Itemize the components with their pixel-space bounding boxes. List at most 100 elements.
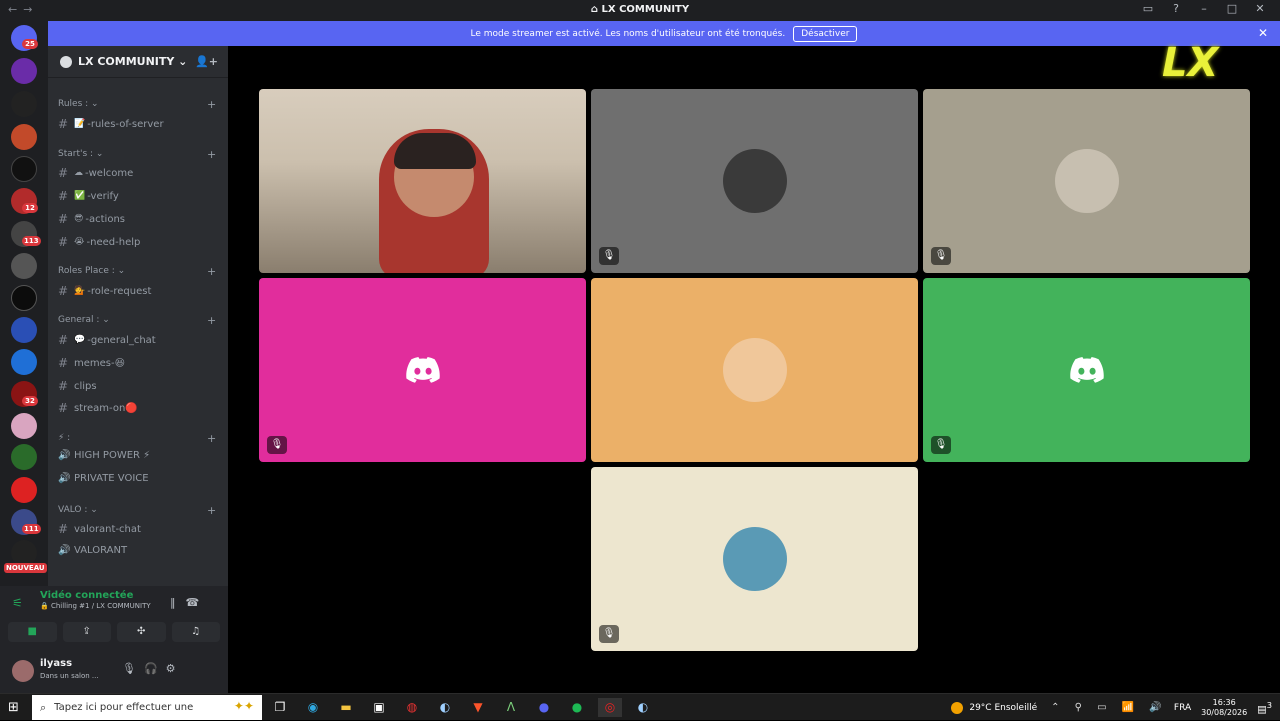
participant-tile[interactable]: 🎙 xyxy=(259,278,586,462)
store-icon[interactable]: ▣ xyxy=(367,698,391,717)
close-window-button[interactable]: ✕ xyxy=(1246,2,1274,15)
guild-header[interactable]: LX COMMUNITY ⌄ 👤+ xyxy=(48,46,228,78)
weather-text: 29°C Ensoleillé xyxy=(969,702,1038,713)
channel-general-chat[interactable]: # 💬 -general_chat xyxy=(58,333,156,347)
tray-icons[interactable]: ⌃ ⚲ ▭ 📶 🔊 xyxy=(1051,702,1168,713)
close-icon[interactable]: ✕ xyxy=(1258,26,1268,40)
window-titlebar: ←→ ⌂ LX COMMUNITY ▭ ? – □ ✕ xyxy=(0,0,1280,21)
steam-icon[interactable]: ◐ xyxy=(631,698,655,717)
discord-taskbar-icon[interactable]: ● xyxy=(532,698,556,717)
inbox-icon[interactable]: ▭ xyxy=(1134,2,1162,15)
channel-valorant-chat[interactable]: # valorant-chat xyxy=(58,522,141,536)
steam-icon[interactable]: ◐ xyxy=(433,698,457,717)
search-placeholder: Tapez ici pour effectuer une xyxy=(54,702,194,713)
windows-start-icon[interactable]: ⊞ xyxy=(8,700,19,715)
camera-button[interactable]: ■ xyxy=(8,622,57,642)
voice-channel-valorant[interactable]: 🔊 VALORANT xyxy=(58,545,127,556)
add-channel-icon[interactable]: + xyxy=(207,148,216,161)
category-roles-place[interactable]: Roles Place : ⌄ xyxy=(58,266,125,276)
edge-icon[interactable]: ◉ xyxy=(301,698,325,717)
server-icon[interactable] xyxy=(11,156,37,182)
app-icon[interactable]: Λ xyxy=(499,698,523,717)
hash-icon: # xyxy=(58,235,69,249)
channel-clips[interactable]: # clips xyxy=(58,379,97,393)
video-stage: LX 🎙 🎙 🎙 🎙 🎙 xyxy=(228,40,1280,693)
chevron-down-icon: ⌄ xyxy=(174,55,188,68)
category-power[interactable]: ⚡ : xyxy=(58,433,70,443)
participant-avatar xyxy=(722,527,787,591)
app-icon[interactable]: ◍ xyxy=(400,698,424,717)
headphones-icon[interactable]: 🎧 xyxy=(144,662,166,675)
server-icon[interactable] xyxy=(11,413,37,439)
server-icon[interactable] xyxy=(11,444,37,470)
windows-taskbar: ⊞ ⌕ Tapez ici pour effectuer une ✦✦ ❐ ◉ … xyxy=(0,693,1280,720)
invite-people-icon[interactable]: 👤+ xyxy=(195,55,218,68)
obs-icon[interactable]: ◎ xyxy=(598,698,622,717)
help-icon[interactable]: ? xyxy=(1162,2,1190,15)
server-icon[interactable] xyxy=(11,285,37,311)
category-rules[interactable]: Rules : ⌄ xyxy=(58,99,99,109)
participant-tile[interactable]: 🎙 xyxy=(923,278,1250,462)
voice-channel-private[interactable]: 🔊 PRIVATE VOICE xyxy=(58,473,149,484)
taskbar-search[interactable]: ⌕ Tapez ici pour effectuer une ✦✦ xyxy=(32,695,262,720)
activities-button[interactable]: ✣ xyxy=(117,622,166,642)
microphone-icon[interactable]: 🎙 xyxy=(122,662,144,675)
server-icon[interactable] xyxy=(11,253,37,279)
voice-channel-high-power[interactable]: 🔊 HIGH POWER ⚡ xyxy=(58,450,150,461)
clock[interactable]: 16:36 30/08/2026 xyxy=(1201,698,1247,718)
channel-actions[interactable]: # 😎 -actions xyxy=(58,212,125,226)
spotify-icon[interactable]: ● xyxy=(565,698,589,717)
language-indicator[interactable]: FRA xyxy=(1174,703,1191,713)
window-controls: ▭ ? – □ ✕ xyxy=(1134,2,1274,15)
user-status: Dans un salon ... xyxy=(40,672,99,680)
add-channel-icon[interactable]: + xyxy=(207,98,216,111)
server-icon[interactable] xyxy=(11,477,37,503)
category-valo[interactable]: VALO : ⌄ xyxy=(58,505,98,515)
screen-share-button[interactable]: ⇪ xyxy=(62,622,111,642)
noise-suppression-icon[interactable]: ‖ xyxy=(170,596,186,609)
minimize-button[interactable]: – xyxy=(1190,2,1218,15)
server-icon[interactable] xyxy=(11,317,37,343)
server-icon[interactable] xyxy=(11,124,37,150)
webcam-tile[interactable] xyxy=(259,89,586,273)
channel-welcome[interactable]: # ☁ -welcome xyxy=(58,166,133,180)
lx-logo: LX xyxy=(1162,40,1219,86)
participant-tile[interactable]: 🎙 xyxy=(923,89,1250,273)
gear-icon[interactable]: ⚙ xyxy=(166,662,184,675)
discord-logo-icon xyxy=(405,357,440,383)
channel-memes[interactable]: # memes-😆 xyxy=(58,356,125,370)
hash-icon: # xyxy=(58,356,69,370)
channel-rules-of-server[interactable]: # 📝 -rules-of-server xyxy=(58,117,164,131)
category-starts[interactable]: Start's : ⌄ xyxy=(58,149,103,159)
soundboard-button[interactable]: ♫ xyxy=(171,622,220,642)
channel-role-request[interactable]: # 💁 -role-request xyxy=(58,284,151,298)
channel-need-help[interactable]: # 😭 -need-help xyxy=(58,235,140,249)
avatar[interactable] xyxy=(12,660,34,682)
maximize-button[interactable]: □ xyxy=(1218,2,1246,15)
channel-verify[interactable]: # ✅ -verify xyxy=(58,189,119,203)
weather-widget[interactable]: 29°C Ensoleillé xyxy=(951,701,1038,714)
server-icon[interactable] xyxy=(11,58,37,84)
category-general[interactable]: General : ⌄ xyxy=(58,315,110,325)
participant-tile[interactable] xyxy=(591,278,918,462)
channel-sidebar: LX COMMUNITY ⌄ 👤+ Rules : ⌄ + # 📝 -rules-o… xyxy=(48,46,228,586)
server-icon[interactable] xyxy=(11,349,37,375)
add-channel-icon[interactable]: + xyxy=(207,314,216,327)
task-view-icon[interactable]: ❐ xyxy=(268,698,292,717)
server-badge: 12 xyxy=(22,203,38,213)
file-explorer-icon[interactable]: ▬ xyxy=(334,698,358,717)
participant-tile[interactable]: 🎙 xyxy=(591,467,918,651)
participant-avatar xyxy=(722,338,787,402)
notification-icon[interactable]: ▤3 xyxy=(1257,700,1272,715)
voice-status[interactable]: ⚟ Vidéo connectée 🔒 Chilling #1 / LX COM… xyxy=(12,590,151,610)
participant-tile[interactable]: 🎙 xyxy=(591,89,918,273)
disconnect-icon[interactable]: ☎ xyxy=(186,596,210,609)
add-channel-icon[interactable]: + xyxy=(207,504,216,517)
server-icon[interactable] xyxy=(11,91,37,117)
channel-stream-on[interactable]: # stream-on🔴 xyxy=(58,401,138,415)
hash-icon: # xyxy=(58,212,69,226)
add-channel-icon[interactable]: + xyxy=(207,265,216,278)
brave-icon[interactable]: ▼ xyxy=(466,698,490,717)
add-channel-icon[interactable]: + xyxy=(207,432,216,445)
disable-streamer-button[interactable]: Désactiver xyxy=(793,25,858,42)
